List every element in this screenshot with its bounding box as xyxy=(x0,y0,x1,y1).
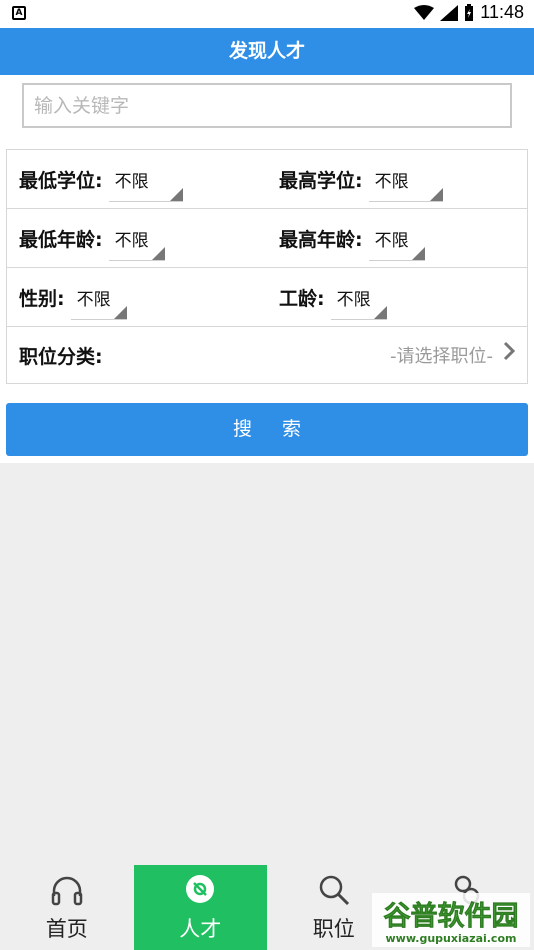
svg-text:谷普软件园: 谷普软件园 xyxy=(384,900,519,932)
nav-item-talent[interactable]: 人才 xyxy=(133,865,267,950)
chevron-right-icon xyxy=(503,341,515,361)
dropdown-arrow-icon xyxy=(151,246,165,260)
max-age-filter: 最高年龄: 不限 xyxy=(279,209,425,268)
gender-value: 不限 xyxy=(76,289,111,310)
dropdown-arrow-icon xyxy=(411,246,425,260)
work-years-filter: 工龄: 不限 xyxy=(279,268,387,327)
nav-label-home: 首页 xyxy=(45,917,88,941)
work-years-label: 工龄: xyxy=(279,288,325,310)
min-degree-select[interactable]: 不限 xyxy=(108,158,183,202)
app-bar: 发现人才 xyxy=(0,28,534,75)
dropdown-arrow-icon xyxy=(429,187,443,201)
max-degree-select[interactable]: 不限 xyxy=(368,158,443,202)
signal-icon xyxy=(440,4,459,21)
battery-icon xyxy=(465,3,474,21)
dropdown-arrow-icon xyxy=(169,187,183,201)
max-age-select[interactable]: 不限 xyxy=(368,217,425,261)
job-category-placeholder: -请选择职位- xyxy=(390,346,493,367)
min-degree-filter: 最低学位: 不限 xyxy=(19,150,183,209)
search-input[interactable] xyxy=(24,85,510,126)
nav-item-home[interactable]: 首页 xyxy=(0,865,134,950)
max-degree-filter: 最高学位: 不限 xyxy=(279,150,443,209)
filter-row-degree: 最低学位: 不限 最高学位: 不限 xyxy=(7,150,527,209)
min-age-filter: 最低年龄: 不限 xyxy=(19,209,165,268)
gender-label: 性别: xyxy=(19,288,65,310)
max-degree-label: 最高学位: xyxy=(279,170,363,192)
max-age-value: 不限 xyxy=(374,230,409,251)
job-category-filter: 职位分类: xyxy=(19,327,103,383)
search-panel: 最低学位: 不限 最高学位: 不限 最低年龄: 不限 xyxy=(0,75,534,463)
job-category-label: 职位分类: xyxy=(19,345,103,368)
search-icon xyxy=(319,875,349,906)
filter-row-gender-work: 性别: 不限 工龄: 不限 xyxy=(7,268,527,327)
min-age-label: 最低年龄: xyxy=(19,229,103,251)
nav-label-talent: 人才 xyxy=(179,917,222,941)
min-degree-value: 不限 xyxy=(114,171,149,192)
headphones-icon xyxy=(51,876,82,906)
work-years-value: 不限 xyxy=(336,289,371,310)
watermark-logo: 谷普软件园 www.gupuxiazai.com xyxy=(372,893,530,947)
max-degree-value: 不限 xyxy=(374,171,409,192)
gender-select[interactable]: 不限 xyxy=(70,276,127,320)
dropdown-arrow-icon xyxy=(373,305,387,319)
min-age-select[interactable]: 不限 xyxy=(108,217,165,261)
wifi-icon xyxy=(414,4,435,20)
min-age-value: 不限 xyxy=(114,230,149,251)
page-title: 发现人才 xyxy=(228,40,305,62)
filter-row-age: 最低年龄: 不限 最高年龄: 不限 xyxy=(7,209,527,268)
filter-table: 最低学位: 不限 最高学位: 不限 最低年龄: 不限 最高年龄: 不限 性别: … xyxy=(6,149,528,384)
talent-icon xyxy=(186,875,215,903)
status-icons: 11:48 xyxy=(414,2,524,23)
min-degree-label: 最低学位: xyxy=(19,170,103,192)
svg-text:www.gupuxiazai.com: www.gupuxiazai.com xyxy=(386,932,517,945)
status-time: 11:48 xyxy=(480,2,524,22)
max-age-label: 最高年龄: xyxy=(279,229,363,251)
gender-filter: 性别: 不限 xyxy=(19,268,127,327)
status-bar: A 11:48 xyxy=(0,0,534,28)
job-category-row[interactable]: 职位分类: -请选择职位- xyxy=(7,327,527,383)
notification-icon: A xyxy=(12,6,26,20)
work-years-select[interactable]: 不限 xyxy=(330,276,387,320)
search-box[interactable] xyxy=(22,83,512,128)
search-button[interactable]: 搜 索 xyxy=(6,403,528,456)
dropdown-arrow-icon xyxy=(113,305,127,319)
